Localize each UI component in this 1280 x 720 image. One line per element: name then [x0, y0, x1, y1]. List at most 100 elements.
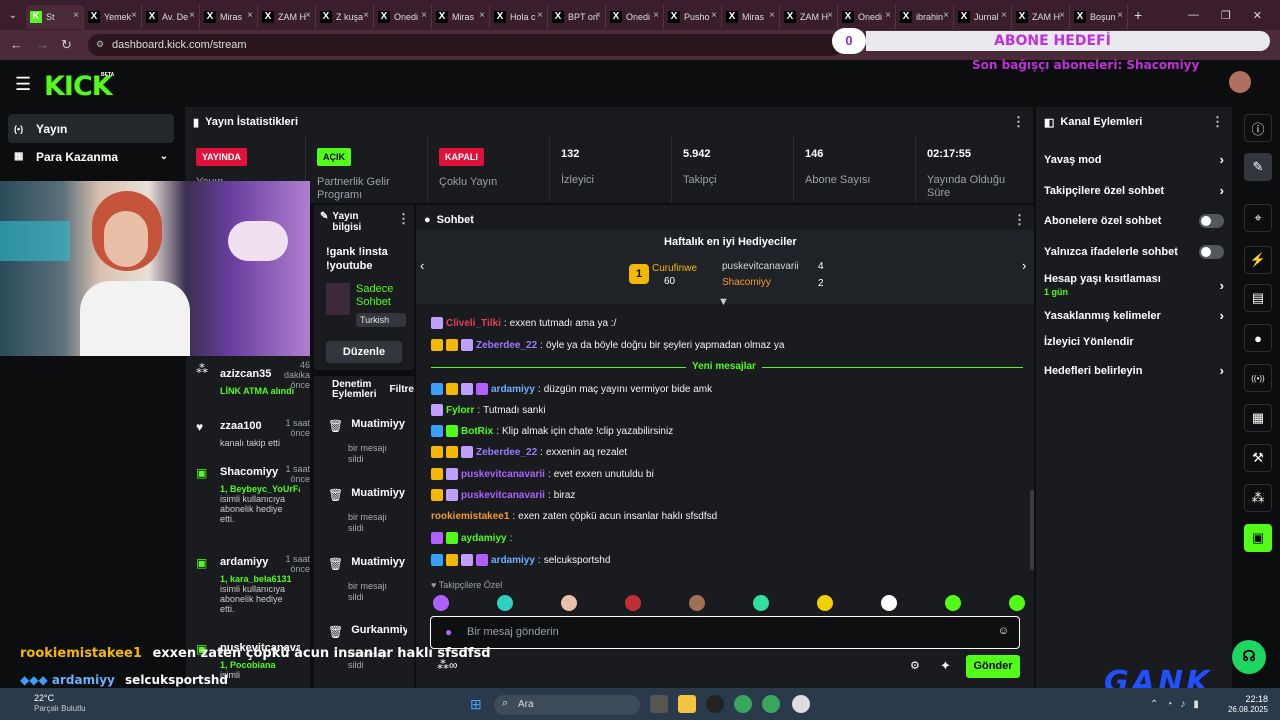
- url-field[interactable]: dashboard.kick.com/stream: [88, 34, 843, 56]
- chat-username[interactable]: ardamiyy: [491, 555, 535, 566]
- close-tab-icon[interactable]: ×: [479, 10, 485, 21]
- browser-tab[interactable]: X Yemek ×: [84, 5, 142, 29]
- app-icon[interactable]: [706, 695, 724, 713]
- chat-scrollbar[interactable]: [1030, 490, 1034, 570]
- channel-action[interactable]: Hedefleri belirleyin ›: [1044, 363, 1224, 378]
- chat-username[interactable]: puskevitcanavarii: [461, 469, 545, 480]
- chat-username[interactable]: Fylorr: [446, 405, 474, 416]
- close-tab-icon[interactable]: ×: [363, 10, 369, 21]
- emoji-icon[interactable]: ☺: [998, 625, 1009, 637]
- chat-input[interactable]: ● Bir mesaj gönderin ☺: [430, 616, 1020, 649]
- more-options-icon[interactable]: ⋮: [397, 211, 410, 233]
- focus-icon[interactable]: ⌖: [1244, 204, 1272, 232]
- emote-icon[interactable]: [753, 595, 769, 611]
- channel-action[interactable]: Yasaklanmış kelimeler ›: [1044, 308, 1224, 323]
- collapse-icon[interactable]: ▼: [718, 296, 729, 308]
- weather-temp[interactable]: 22°C: [34, 693, 54, 703]
- chevron-left-icon[interactable]: ‹: [420, 258, 424, 273]
- chat-username[interactable]: puskevitcanavarii: [461, 490, 545, 501]
- lightning-icon[interactable]: ⚡: [1244, 246, 1272, 274]
- browser-tab[interactable]: X Miras ×: [432, 5, 490, 29]
- gift-icon[interactable]: ⁂: [1244, 484, 1272, 512]
- close-tab-icon[interactable]: ×: [827, 10, 833, 21]
- send-button[interactable]: Gönder: [966, 655, 1020, 678]
- chat-username[interactable]: ardamiyy: [491, 384, 535, 395]
- document-icon[interactable]: ▤: [1244, 284, 1272, 312]
- browser-tab[interactable]: X ZAM H ×: [780, 5, 838, 29]
- browser-tab[interactable]: X Pusho ×: [664, 5, 722, 29]
- clock-time[interactable]: 22:18: [1228, 694, 1268, 704]
- gifter-3-name[interactable]: Shacomiyy: [722, 277, 771, 288]
- close-tab-icon[interactable]: ×: [305, 10, 311, 21]
- close-tab-icon[interactable]: ×: [943, 10, 949, 21]
- close-tab-icon[interactable]: ×: [1001, 10, 1007, 21]
- chrome-profile-icon[interactable]: [762, 695, 780, 713]
- close-tab-icon[interactable]: ×: [711, 10, 717, 21]
- chat-username[interactable]: Zeberdee_22: [476, 447, 537, 458]
- close-tab-icon[interactable]: ×: [247, 10, 253, 21]
- close-window-icon[interactable]: ✕: [1253, 9, 1262, 22]
- file-explorer-icon[interactable]: [678, 695, 696, 713]
- system-tray[interactable]: ⌃◔♪▮: [1150, 699, 1207, 710]
- media-icon[interactable]: ▣: [1244, 524, 1272, 552]
- close-tab-icon[interactable]: ×: [595, 10, 601, 21]
- chat-bubble-icon[interactable]: ●: [1244, 324, 1272, 352]
- channel-action[interactable]: İzleyici Yönlendir: [1044, 336, 1224, 348]
- chrome-icon[interactable]: [734, 695, 752, 713]
- close-tab-icon[interactable]: ×: [653, 10, 659, 21]
- reload-icon[interactable]: ↻: [61, 37, 72, 53]
- site-info-icon[interactable]: ⚙: [96, 39, 104, 50]
- edit-button[interactable]: Düzenle: [326, 341, 402, 363]
- browser-tab[interactable]: X Miras ×: [722, 5, 780, 29]
- browser-tab[interactable]: X Hola c ×: [490, 5, 548, 29]
- channel-action[interactable]: Yalnızca ifadelerle sohbet: [1044, 245, 1224, 259]
- chat-username[interactable]: rookiemistakee1: [431, 511, 509, 522]
- chat-username[interactable]: aydamiyy: [461, 533, 507, 544]
- browser-tab[interactable]: X Av. De ×: [142, 5, 200, 29]
- clock-date[interactable]: 26.08.2025: [1218, 705, 1268, 714]
- pencil-icon[interactable]: ✎: [1244, 153, 1272, 181]
- restore-icon[interactable]: ❐: [1221, 9, 1231, 22]
- browser-tab[interactable]: X Onedi ×: [606, 5, 664, 29]
- windows-start-icon[interactable]: ⊞: [470, 696, 482, 713]
- browser-tab[interactable]: Xibrahin ×: [896, 5, 954, 29]
- close-tab-icon[interactable]: ×: [537, 10, 543, 21]
- app-icon-2[interactable]: [792, 695, 810, 713]
- chevron-right-icon[interactable]: ›: [1022, 258, 1026, 273]
- tab-list-icon[interactable]: ⌄: [0, 0, 26, 30]
- gear-icon[interactable]: ⚙: [910, 659, 920, 672]
- moderator-name[interactable]: Gurkanmiy: [351, 624, 407, 636]
- emote-icon[interactable]: [689, 595, 705, 611]
- close-tab-icon[interactable]: ×: [769, 10, 775, 21]
- browser-tab[interactable]: X Boşun ×: [1070, 5, 1128, 29]
- category-name[interactable]: Sadece Sohbet: [356, 283, 406, 309]
- browser-tab[interactable]: X ZAM H ×: [258, 5, 316, 29]
- toggle-switch[interactable]: [1199, 214, 1224, 228]
- close-tab-icon[interactable]: ×: [189, 10, 195, 21]
- channel-action[interactable]: Abonelere özel sohbet: [1044, 214, 1224, 228]
- user-avatar[interactable]: [1229, 71, 1251, 93]
- emote-icon[interactable]: [625, 595, 641, 611]
- emote-icon[interactable]: [881, 595, 897, 611]
- browser-tab[interactable]: X Z kuşa ×: [316, 5, 374, 29]
- channel-action[interactable]: Takipçilere özel sohbet ›: [1044, 183, 1224, 198]
- wrench-icon[interactable]: ⚒: [1244, 444, 1272, 472]
- gifter-2-name[interactable]: puskevitcanavarii: [722, 261, 799, 272]
- emote-icon[interactable]: [433, 595, 449, 611]
- channel-action[interactable]: Yavaş mod ›: [1044, 152, 1224, 167]
- browser-tab[interactable]: X Jurnal ×: [954, 5, 1012, 29]
- more-options-icon[interactable]: ⋮: [1013, 212, 1026, 228]
- close-tab-icon[interactable]: ×: [73, 10, 79, 21]
- info-icon[interactable]: ⓘ: [1244, 114, 1272, 142]
- browser-tab[interactable]: X ZAM H ×: [1012, 5, 1070, 29]
- broadcast-icon[interactable]: ((•)): [1244, 364, 1272, 392]
- microphone-icon[interactable]: ●: [445, 625, 452, 639]
- emote-icon[interactable]: [945, 595, 961, 611]
- more-options-icon[interactable]: ⋮: [1211, 114, 1224, 130]
- task-view-icon[interactable]: [650, 695, 668, 713]
- forward-icon[interactable]: →: [36, 37, 49, 52]
- emote-icon[interactable]: [817, 595, 833, 611]
- close-tab-icon[interactable]: ×: [421, 10, 427, 21]
- toggle-switch[interactable]: [1199, 245, 1224, 259]
- taskbar-search[interactable]: Ara: [494, 695, 640, 715]
